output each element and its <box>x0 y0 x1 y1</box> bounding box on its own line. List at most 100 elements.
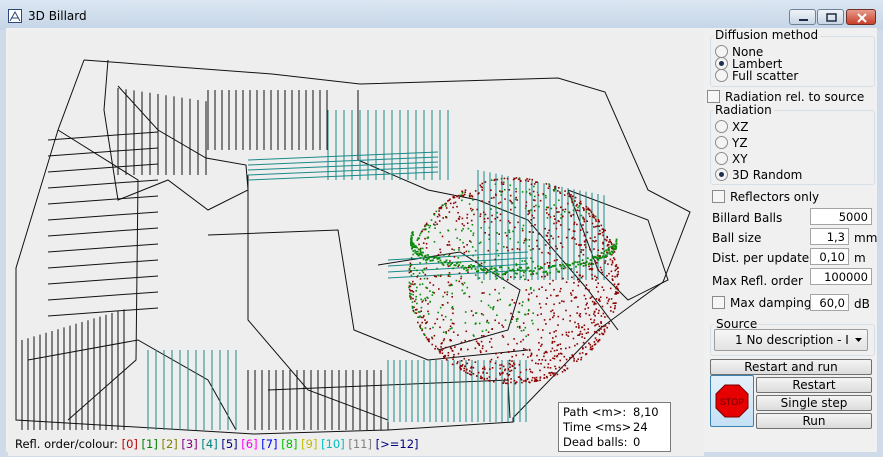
ball-dot <box>515 264 518 267</box>
ball-dot <box>485 272 488 275</box>
ball-dot <box>463 246 465 248</box>
ball-dot <box>543 374 546 376</box>
ball-dot <box>495 378 497 380</box>
max-damping-checkbox[interactable]: Max damping <box>712 296 811 310</box>
ball-dot <box>421 329 423 332</box>
ball-dot <box>425 322 427 324</box>
radiation-3d-random-radio[interactable]: 3D Random <box>715 168 802 182</box>
ball-dot <box>600 321 602 323</box>
ball-dot <box>581 228 584 230</box>
ball-dot <box>509 366 511 368</box>
ball-dot <box>510 312 512 315</box>
ball-dot <box>434 227 436 229</box>
ball-dot <box>570 300 573 302</box>
single-step-button[interactable]: Single step <box>756 395 872 411</box>
ball-dot <box>555 330 557 332</box>
ball-dot <box>579 200 582 203</box>
ball-dot <box>412 253 414 256</box>
ball-dot <box>522 274 525 277</box>
ball-dot <box>613 243 615 246</box>
reflectors-only-checkbox[interactable]: Reflectors only <box>712 190 819 204</box>
ball-dot <box>565 358 568 361</box>
ball-dot <box>553 375 555 377</box>
ball-dot <box>530 273 532 276</box>
title-bar[interactable]: 3D Billard <box>0 0 883 30</box>
ball-dot <box>535 272 538 275</box>
ball-dot <box>507 374 509 377</box>
ball-dot <box>500 352 503 354</box>
run-button[interactable]: Run <box>756 413 872 429</box>
ball-dot <box>523 242 525 244</box>
radiation-yz-radio[interactable]: YZ <box>715 136 748 150</box>
ball-dot <box>501 372 504 375</box>
ball-dot <box>410 270 412 273</box>
ball-dot <box>614 307 616 309</box>
stop-button[interactable]: STOP <box>710 375 754 427</box>
ball-size-label: Ball size <box>712 231 762 245</box>
ball-dot <box>510 321 512 324</box>
ball-dot <box>552 337 554 339</box>
ball-dot <box>497 242 500 245</box>
ball-dot <box>445 207 448 209</box>
ball-dot <box>571 198 573 200</box>
dist-per-update-field[interactable]: 0,10 <box>810 248 849 265</box>
ball-dot <box>589 343 591 346</box>
ball-dot <box>599 266 602 269</box>
ball-size-field[interactable]: 1,3 <box>810 228 849 245</box>
ball-dot <box>511 248 514 251</box>
ball-dot <box>511 318 513 320</box>
3d-viewport[interactable] <box>8 30 704 456</box>
ball-dot <box>441 235 444 238</box>
restart-and-run-button[interactable]: Restart and run <box>710 359 872 375</box>
ball-dot <box>593 311 596 313</box>
ball-dot <box>416 302 418 305</box>
restart-button[interactable]: Restart <box>756 377 872 393</box>
source-select[interactable]: 1 No description - I <box>714 329 868 351</box>
ball-dot <box>466 217 468 219</box>
ball-dot <box>433 334 436 337</box>
ball-dot <box>549 216 552 218</box>
ball-dot <box>494 183 497 185</box>
ball-dot <box>591 347 594 350</box>
ball-dot <box>531 371 534 374</box>
minimize-button[interactable] <box>789 9 816 25</box>
ball-dot <box>509 359 511 362</box>
ball-dot <box>573 282 575 284</box>
ball-dot <box>594 275 596 278</box>
max-refl-order-field[interactable]: 100000 <box>810 268 872 285</box>
ball-dot <box>561 333 564 336</box>
ball-dot <box>531 178 533 181</box>
billard-balls-field[interactable]: 5000 <box>810 208 872 225</box>
radiation-rel-source-checkbox[interactable]: Radiation rel. to source <box>707 90 864 104</box>
ball-dot <box>555 227 558 230</box>
ball-dot <box>469 195 471 198</box>
diffusion-full-scatter-radio[interactable]: Full scatter <box>715 69 798 83</box>
ball-dot <box>598 225 600 227</box>
ball-dot <box>604 256 606 258</box>
ball-dot <box>512 316 514 318</box>
ball-dot <box>472 334 475 336</box>
max-damping-field[interactable]: 60,0 <box>810 294 849 311</box>
ball-dot <box>472 234 474 237</box>
radiation-xz-radio[interactable]: XZ <box>715 120 748 134</box>
ball-dot <box>538 233 541 235</box>
ball-dot <box>541 343 543 346</box>
ball-dot <box>536 354 538 357</box>
ball-dot <box>533 209 536 212</box>
ball-dot <box>474 268 477 270</box>
ball-dot <box>436 223 438 225</box>
ball-dot <box>608 298 610 300</box>
ball-dot <box>425 242 428 245</box>
close-button[interactable] <box>846 9 876 25</box>
ball-dot <box>474 347 477 350</box>
radiation-xy-radio[interactable]: XY <box>715 152 748 166</box>
ball-dot <box>603 229 605 231</box>
ball-dot <box>560 206 562 209</box>
ball-dot <box>521 381 523 384</box>
maximize-button[interactable] <box>817 9 844 25</box>
ball-dot <box>479 350 482 352</box>
ball-dot <box>411 307 414 309</box>
ball-dot <box>465 250 468 253</box>
ball-dot <box>436 347 439 350</box>
ball-dot <box>529 370 532 373</box>
